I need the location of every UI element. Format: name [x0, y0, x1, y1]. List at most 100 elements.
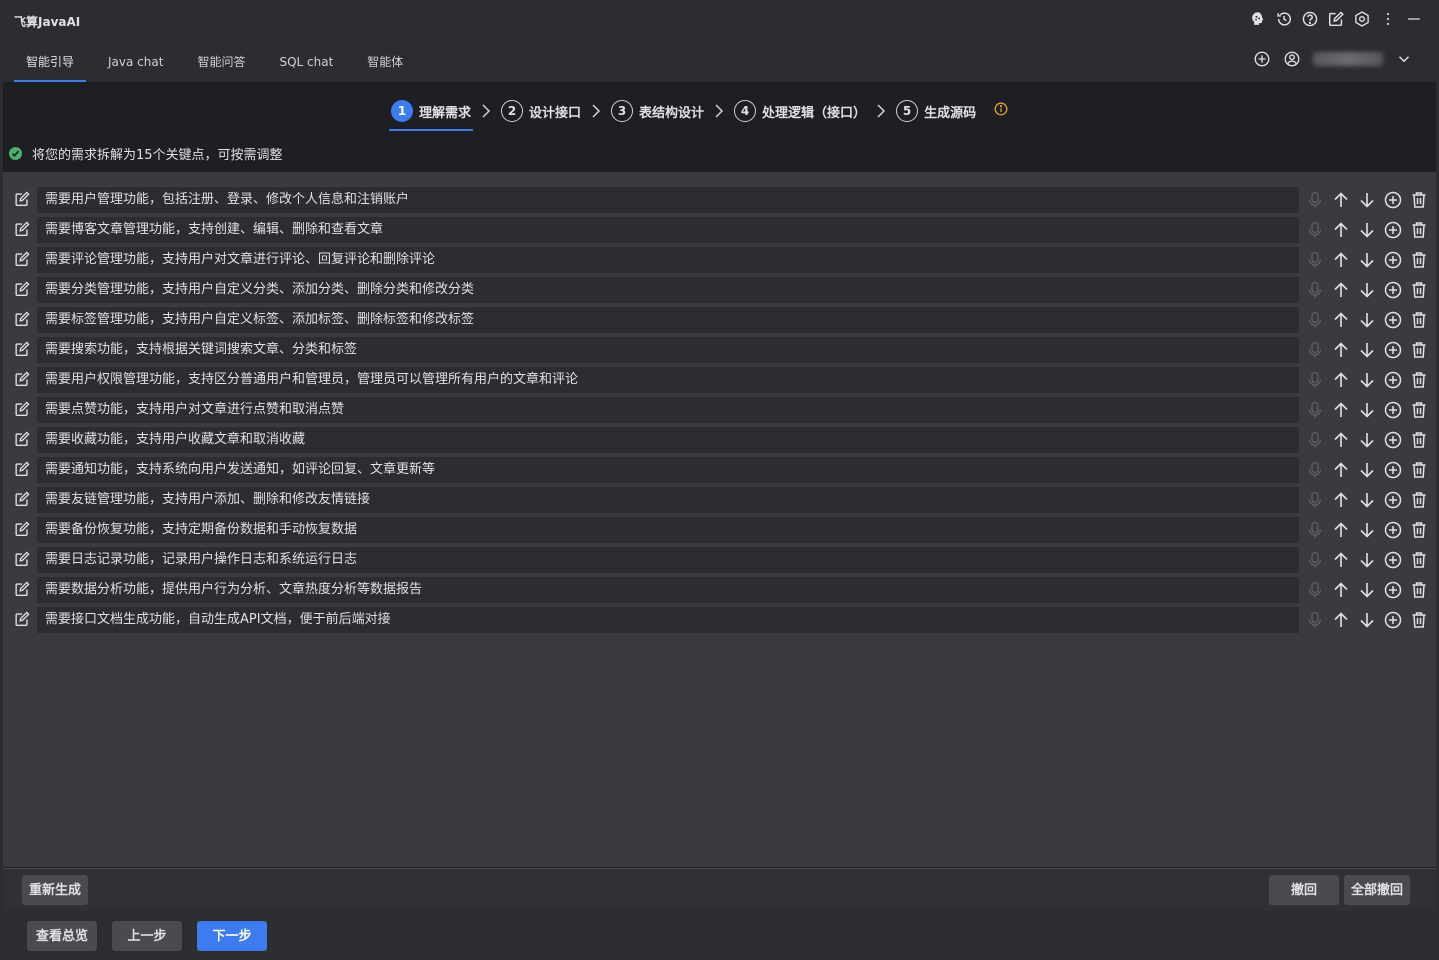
edit-note-icon[interactable] [1327, 10, 1345, 28]
arrow-up-icon[interactable] [1331, 220, 1351, 240]
edit-icon[interactable] [13, 580, 31, 598]
new-session-icon[interactable] [1253, 50, 1271, 68]
trash-icon[interactable] [1409, 370, 1429, 390]
trash-icon[interactable] [1409, 580, 1429, 600]
requirement-text[interactable]: 需要点赞功能，支持用户对文章进行点赞和取消点赞 [37, 397, 1299, 423]
arrow-down-icon[interactable] [1357, 310, 1377, 330]
trash-icon[interactable] [1409, 190, 1429, 210]
requirement-text[interactable]: 需要接口文档生成功能，自动生成API文档，便于前后端对接 [37, 607, 1299, 633]
arrow-up-icon[interactable] [1331, 580, 1351, 600]
arrow-down-icon[interactable] [1357, 370, 1377, 390]
microphone-icon[interactable] [1305, 370, 1325, 390]
arrow-down-icon[interactable] [1357, 490, 1377, 510]
requirement-text[interactable]: 需要通知功能，支持系统向用户发送通知，如评论回复、文章更新等 [37, 457, 1299, 483]
settings-icon[interactable] [1353, 10, 1371, 28]
add-circle-icon[interactable] [1383, 370, 1403, 390]
arrow-down-icon[interactable] [1357, 280, 1377, 300]
microphone-icon[interactable] [1305, 580, 1325, 600]
requirement-text[interactable]: 需要搜索功能，支持根据关键词搜索文章、分类和标签 [37, 337, 1299, 363]
microphone-icon[interactable] [1305, 550, 1325, 570]
trash-icon[interactable] [1409, 550, 1429, 570]
arrow-down-icon[interactable] [1357, 340, 1377, 360]
arrow-down-icon[interactable] [1357, 610, 1377, 630]
tab-java-chat[interactable]: Java chat [96, 44, 175, 82]
trash-icon[interactable] [1409, 400, 1429, 420]
info-icon[interactable] [994, 102, 1008, 120]
microphone-icon[interactable] [1305, 430, 1325, 450]
step-understand-requirements[interactable]: 1 理解需求 [387, 93, 475, 131]
add-circle-icon[interactable] [1383, 340, 1403, 360]
arrow-up-icon[interactable] [1331, 310, 1351, 330]
requirement-text[interactable]: 需要标签管理功能，支持用户自定义标签、添加标签、删除标签和修改标签 [37, 307, 1299, 333]
edit-icon[interactable] [13, 400, 31, 418]
more-vertical-icon[interactable] [1379, 10, 1397, 28]
trash-icon[interactable] [1409, 430, 1429, 450]
arrow-up-icon[interactable] [1331, 490, 1351, 510]
arrow-up-icon[interactable] [1331, 550, 1351, 570]
history-icon[interactable] [1275, 10, 1293, 28]
arrow-up-icon[interactable] [1331, 190, 1351, 210]
add-circle-icon[interactable] [1383, 190, 1403, 210]
trash-icon[interactable] [1409, 340, 1429, 360]
brain-icon[interactable] [1249, 10, 1267, 28]
add-circle-icon[interactable] [1383, 460, 1403, 480]
arrow-up-icon[interactable] [1331, 250, 1351, 270]
requirement-text[interactable]: 需要评论管理功能，支持用户对文章进行评论、回复评论和删除评论 [37, 247, 1299, 273]
trash-icon[interactable] [1409, 280, 1429, 300]
edit-icon[interactable] [13, 520, 31, 538]
requirement-text[interactable]: 需要博客文章管理功能，支持创建、编辑、删除和查看文章 [37, 217, 1299, 243]
add-circle-icon[interactable] [1383, 430, 1403, 450]
requirement-text[interactable]: 需要用户管理功能，包括注册、登录、修改个人信息和注销账户 [37, 187, 1299, 213]
add-circle-icon[interactable] [1383, 280, 1403, 300]
arrow-up-icon[interactable] [1331, 280, 1351, 300]
step-design-api[interactable]: 2 设计接口 [497, 93, 585, 129]
edit-icon[interactable] [13, 220, 31, 238]
arrow-up-icon[interactable] [1331, 370, 1351, 390]
trash-icon[interactable] [1409, 310, 1429, 330]
edit-icon[interactable] [13, 430, 31, 448]
edit-icon[interactable] [13, 610, 31, 628]
requirement-text[interactable]: 需要备份恢复功能，支持定期备份数据和手动恢复数据 [37, 517, 1299, 543]
regenerate-button[interactable]: 重新生成 [22, 875, 89, 905]
arrow-down-icon[interactable] [1357, 190, 1377, 210]
arrow-down-icon[interactable] [1357, 460, 1377, 480]
edit-icon[interactable] [13, 250, 31, 268]
arrow-up-icon[interactable] [1331, 340, 1351, 360]
requirement-text[interactable]: 需要数据分析功能，提供用户行为分析、文章热度分析等数据报告 [37, 577, 1299, 603]
microphone-icon[interactable] [1305, 610, 1325, 630]
prev-step-button[interactable]: 上一步 [112, 921, 182, 951]
microphone-icon[interactable] [1305, 520, 1325, 540]
arrow-down-icon[interactable] [1357, 220, 1377, 240]
arrow-down-icon[interactable] [1357, 430, 1377, 450]
add-circle-icon[interactable] [1383, 550, 1403, 570]
step-process-logic[interactable]: 4 处理逻辑（接口） [730, 93, 870, 129]
step-generate-source[interactable]: 5 生成源码 [892, 93, 980, 129]
microphone-icon[interactable] [1305, 220, 1325, 240]
help-icon[interactable] [1301, 10, 1319, 28]
edit-icon[interactable] [13, 340, 31, 358]
arrow-down-icon[interactable] [1357, 250, 1377, 270]
add-circle-icon[interactable] [1383, 220, 1403, 240]
edit-icon[interactable] [13, 460, 31, 478]
user-avatar-icon[interactable] [1283, 50, 1301, 68]
add-circle-icon[interactable] [1383, 250, 1403, 270]
microphone-icon[interactable] [1305, 190, 1325, 210]
undo-button[interactable]: 撤回 [1269, 875, 1339, 905]
add-circle-icon[interactable] [1383, 490, 1403, 510]
microphone-icon[interactable] [1305, 250, 1325, 270]
requirement-text[interactable]: 需要收藏功能，支持用户收藏文章和取消收藏 [37, 427, 1299, 453]
trash-icon[interactable] [1409, 610, 1429, 630]
arrow-up-icon[interactable] [1331, 430, 1351, 450]
arrow-up-icon[interactable] [1331, 610, 1351, 630]
microphone-icon[interactable] [1305, 310, 1325, 330]
microphone-icon[interactable] [1305, 460, 1325, 480]
edit-icon[interactable] [13, 280, 31, 298]
next-step-button[interactable]: 下一步 [197, 921, 267, 951]
chevron-down-icon[interactable] [1395, 50, 1413, 68]
trash-icon[interactable] [1409, 460, 1429, 480]
arrow-down-icon[interactable] [1357, 580, 1377, 600]
add-circle-icon[interactable] [1383, 520, 1403, 540]
microphone-icon[interactable] [1305, 490, 1325, 510]
step-table-design[interactable]: 3 表结构设计 [607, 93, 708, 129]
requirement-text[interactable]: 需要用户权限管理功能，支持区分普通用户和管理员，管理员可以管理所有用户的文章和评… [37, 367, 1299, 393]
